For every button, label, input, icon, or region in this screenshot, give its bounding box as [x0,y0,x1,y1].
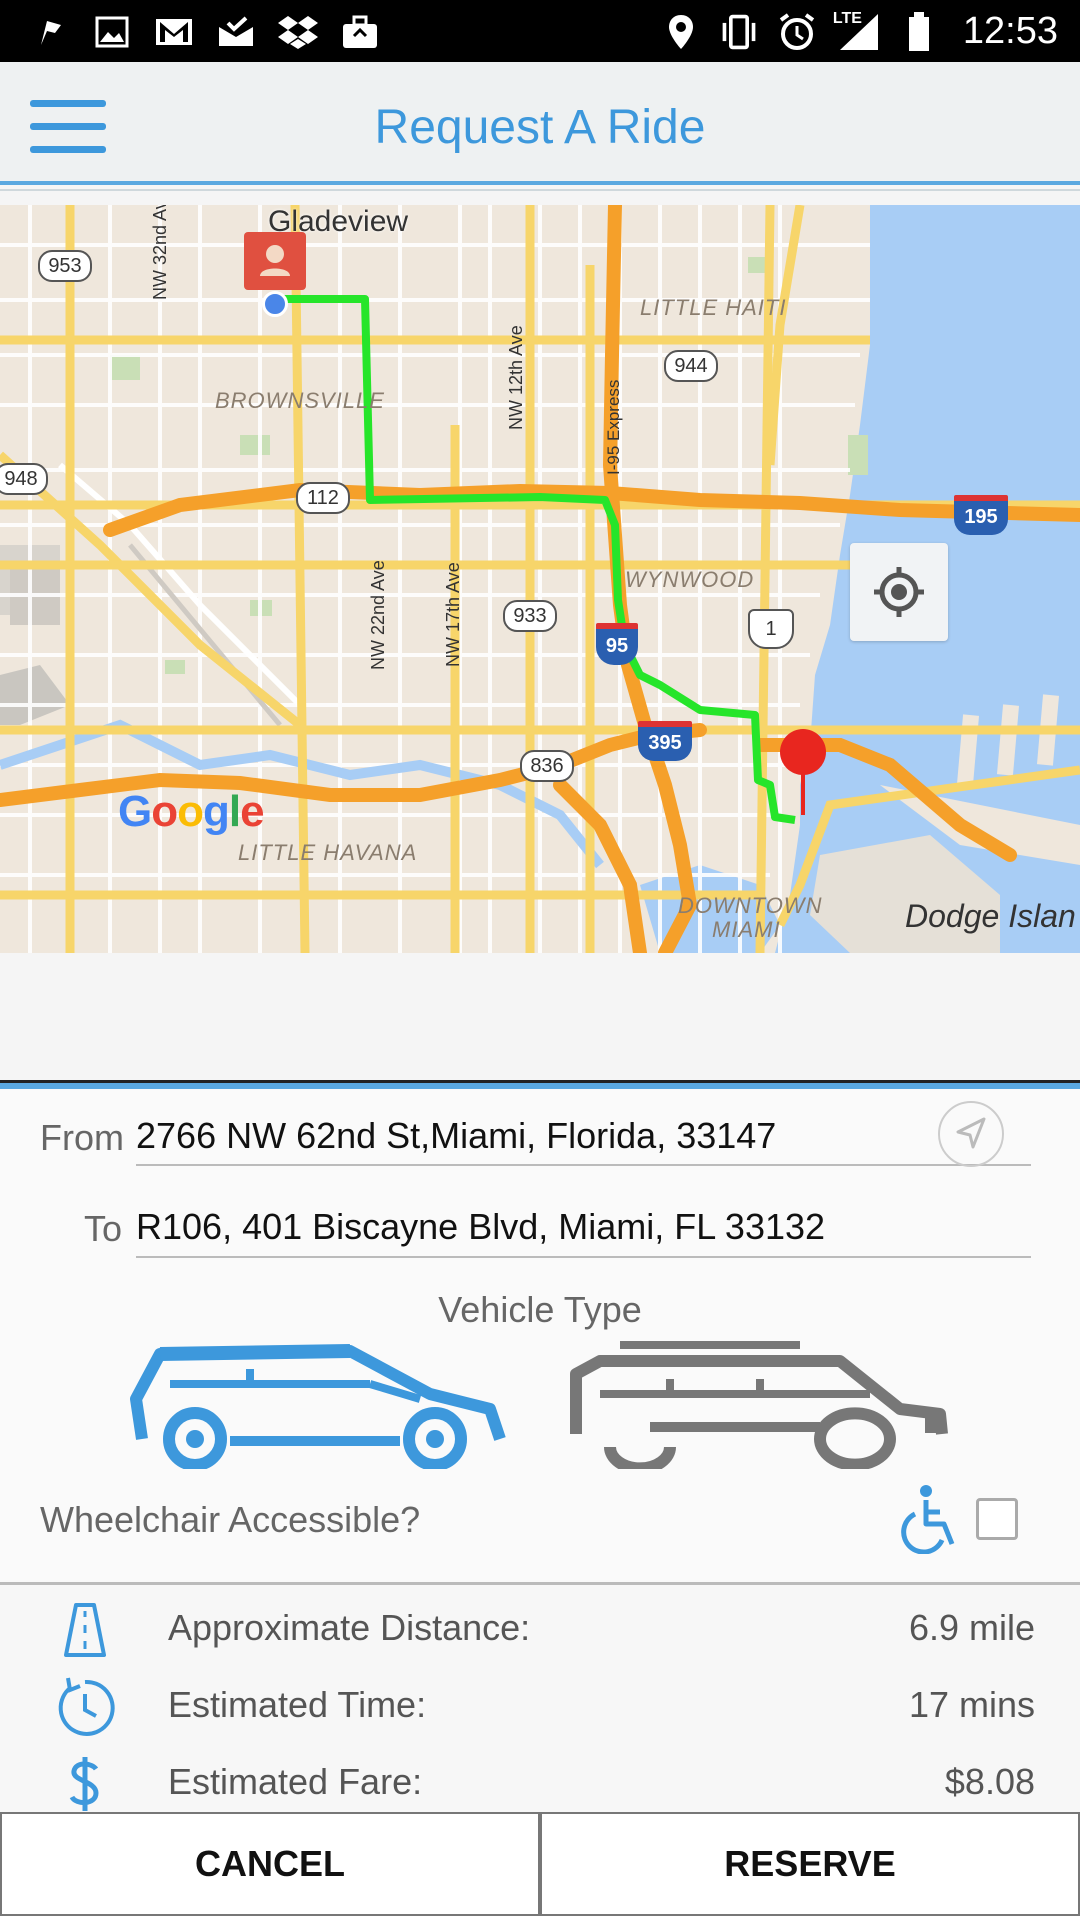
ride-estimates: Approximate Distance: 6.9 mile Estimated… [0,1582,1080,1815]
fare-label: Estimated Fare: [168,1761,423,1802]
map-label-miami: MIAMI [712,917,781,942]
route-map[interactable]: Gladeview LITTLE HAITI BROWNSVILLE WYNWO… [0,205,1080,953]
from-field-underline [136,1164,1031,1166]
vehicle-type-label: Vehicle Type [438,1289,642,1330]
route-shield-953: 953 [38,250,92,282]
road-icon [50,1595,120,1665]
reserve-button[interactable]: RESERVE [540,1812,1080,1916]
alarm-icon [777,12,817,52]
status-bar: LTE 12:53 [0,0,1080,62]
fare-row: Estimated Fare: $8.08 [0,1749,1080,1819]
wheelchair-icon [898,1484,960,1555]
to-field-underline [136,1256,1031,1258]
gmail-icon [154,12,194,52]
person-icon [260,245,290,276]
route-shield-us1: 1 [748,609,794,649]
origin-person-marker[interactable] [244,232,306,290]
dropbox-icon [278,12,318,52]
clock-history-icon [50,1672,120,1742]
wheelchair-label: Wheelchair Accessible? [40,1499,421,1540]
route-shield-944: 944 [664,350,718,382]
interstate-shield-95: 95 [596,623,638,665]
time-row: Estimated Time: 17 mins [0,1672,1080,1742]
image-icon [92,12,132,52]
origin-location-dot [262,291,288,317]
action-bar: CANCEL RESERVE [0,1812,1080,1920]
map-label-wynwood: WYNWOOD [625,567,755,592]
google-logo: Google [118,787,265,836]
fare-value: $8.08 [944,1761,1035,1802]
from-address-field[interactable]: 2766 NW 62nd St,Miami, Florida, 33147 [136,1115,776,1157]
mail-check-icon [216,12,256,52]
cancel-button[interactable]: CANCEL [0,1812,540,1916]
to-label: To [84,1208,123,1249]
route-shield-933: 933 [503,600,557,632]
my-location-icon [874,567,924,617]
van-icon [570,1341,948,1475]
interstate-shield-395: 395 [638,721,692,761]
distance-label: Approximate Distance: [168,1607,531,1648]
route-shield-112: 112 [296,482,350,514]
clock: 12:53 [962,10,1058,52]
map-label-nw17: NW 17th Ave [443,562,463,667]
briefcase-icon [340,12,380,52]
signal-icon: LTE [832,9,881,52]
destination-pin-icon[interactable] [780,729,826,815]
map-label-little-havana: LITTLE HAVANA [238,840,418,865]
map-label-little-haiti: LITTLE HAITI [640,295,787,320]
map-label-dodge-island: Dodge Islan [905,898,1076,934]
map-label-brownsville: BROWNSVILLE [215,388,385,413]
app-bar: Request A Ride [0,62,1080,182]
navigation-arrow-icon [956,1117,986,1149]
vehicle-option-van[interactable] [570,1339,950,1475]
location-icon [661,12,701,52]
distance-value: 6.9 mile [908,1607,1035,1648]
ride-form: From 2766 NW 62nd St,Miami, Florida, 331… [0,1089,1080,1589]
notification-flag-icon [30,12,70,52]
vehicle-option-car[interactable] [130,1339,510,1471]
map-spacer [0,953,1080,1080]
wheelchair-checkbox[interactable] [976,1498,1018,1540]
distance-row: Approximate Distance: 6.9 mile [0,1595,1080,1665]
page-title: Request A Ride [374,101,706,154]
dollar-icon [50,1749,120,1819]
header-divider-secondary [0,189,1080,191]
map-label-downtown: DOWNTOWN [678,893,823,918]
my-location-button[interactable] [850,543,948,641]
route-shield-836: 836 [520,750,574,782]
to-address-field[interactable]: R106, 401 Biscayne Blvd, Miami, FL 33132 [136,1206,825,1248]
map-label-i95-express: I-95 Express [604,379,623,475]
map-label-nw32: NW 32nd Ave [150,205,170,300]
interstate-shield-195: 195 [954,495,1008,535]
map-label-nw22: NW 22nd Ave [368,560,388,670]
car-icon [130,1344,506,1471]
from-label: From [40,1117,124,1158]
battery-icon [899,11,939,52]
header-divider [0,181,1080,185]
time-label: Estimated Time: [168,1684,427,1725]
route-shield-948: 948 [0,463,48,495]
map-label-nw12: NW 12th Ave [506,325,526,430]
network-type-label: LTE [832,9,862,27]
vibrate-icon [719,12,759,52]
navigate-current-location-button[interactable] [938,1101,1004,1167]
time-value: 17 mins [908,1684,1035,1725]
